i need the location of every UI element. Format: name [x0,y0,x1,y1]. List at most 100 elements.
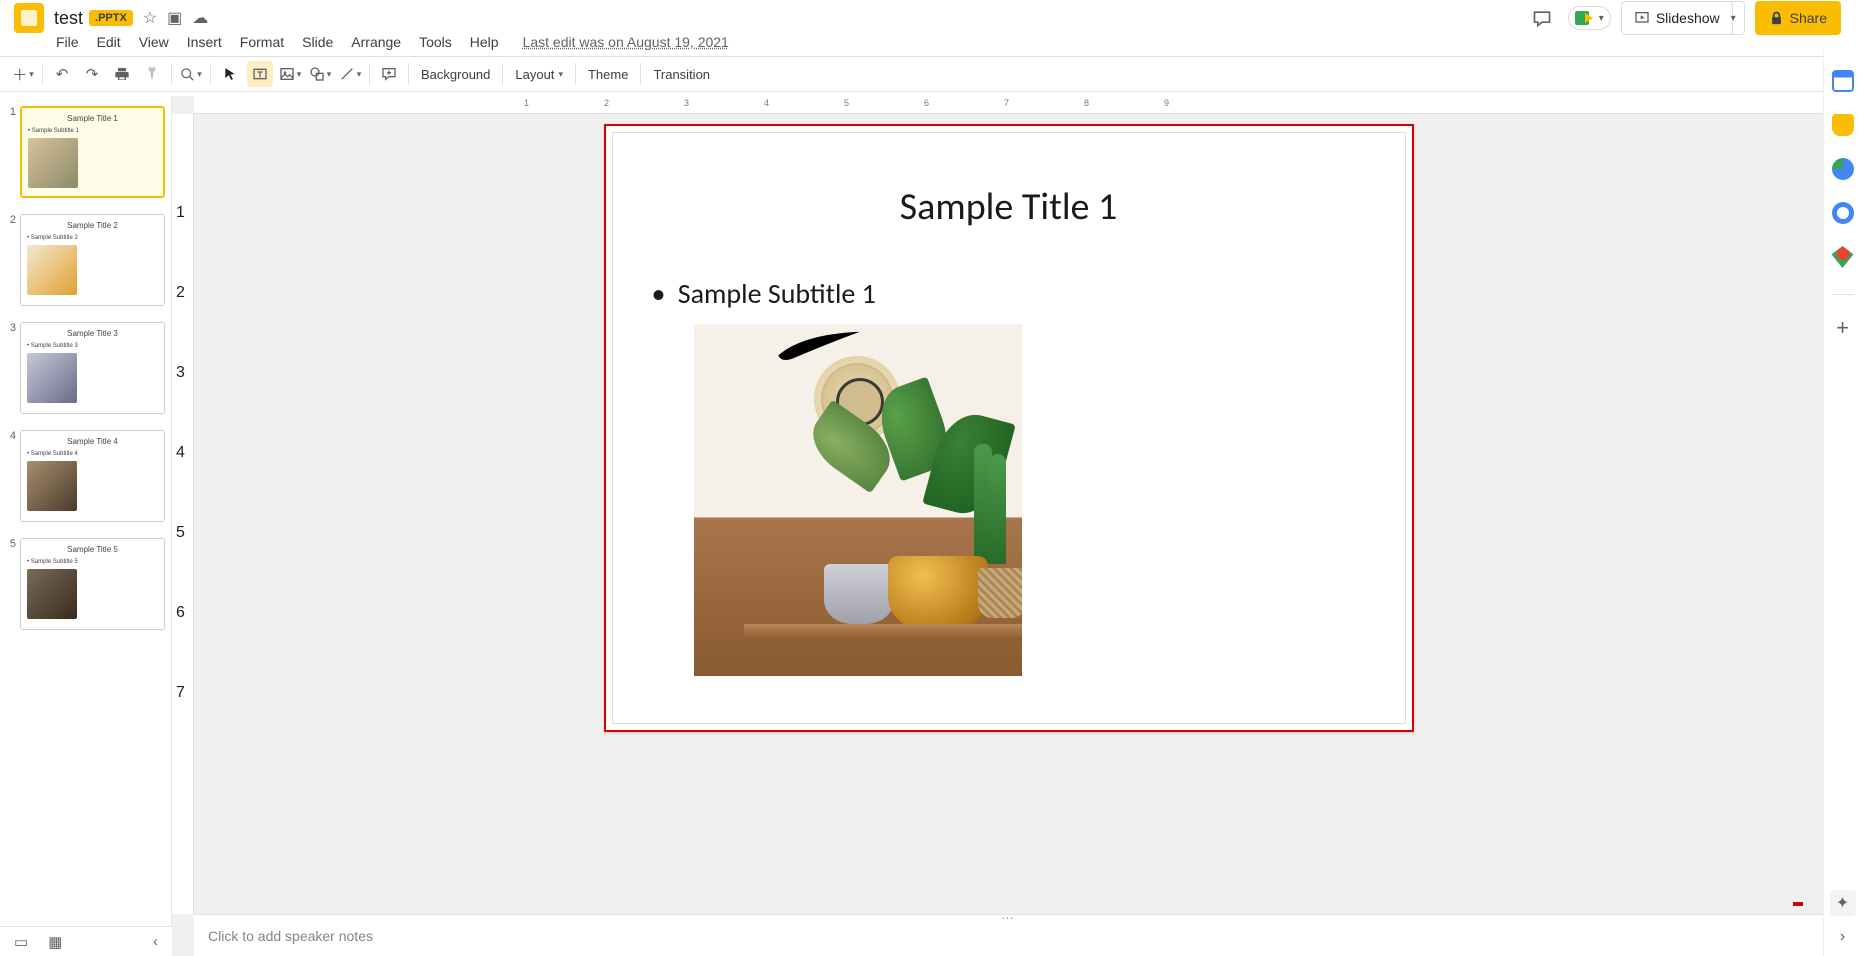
line-tool[interactable] [337,61,363,87]
maps-icon[interactable] [1832,246,1854,268]
redo-button[interactable]: ↷ [79,61,105,87]
document-title[interactable]: test [54,8,83,29]
hide-sidepanel-icon[interactable]: › [1840,928,1845,946]
ruler-mark: 1 [176,204,185,222]
vertical-ruler[interactable]: 1 2 3 4 5 6 7 [172,114,194,914]
canvas-title-text[interactable]: Sample Title 1 [606,184,1412,230]
menu-format[interactable]: Format [240,34,284,50]
ruler-mark: 3 [176,364,185,382]
titlebar: test .PPTX ☆ ▣ ☁ ▾ Slideshow ▾ Share [0,0,1861,32]
separator [171,63,172,85]
comment-icon [1532,8,1552,28]
slide-thumbnail-4[interactable]: 4 Sample Title 4 Sample Subtitle 4 [4,426,167,534]
comments-button[interactable] [1526,2,1558,34]
comment-tool[interactable] [376,61,402,87]
slide-number: 3 [6,322,20,414]
canvas-subtitle-text[interactable]: Sample Subtitle 1 [670,276,876,311]
thumb-subtitle: Sample Subtitle 5 [27,559,78,565]
cloud-status-icon[interactable]: ☁ [192,8,208,28]
share-label: Share [1790,10,1827,26]
theme-button[interactable]: Theme [580,61,636,87]
select-tool[interactable] [217,61,243,87]
menu-insert[interactable]: Insert [187,34,222,50]
canvas-area: 1 2 3 4 5 6 7 8 9 1 2 3 4 5 6 7 Sample T… [172,96,1823,956]
add-on-plus-icon[interactable]: + [1832,317,1854,339]
slide-canvas[interactable]: Sample Title 1 Sample Subtitle 1 [604,124,1414,732]
workspace: 1 Sample Title 1 Sample Subtitle 1 2 Sam… [0,96,1823,956]
thumb-image [27,245,77,295]
paint-format-button[interactable] [139,61,165,87]
slides-logo[interactable] [14,3,44,33]
layout-button[interactable]: Layout [507,61,571,87]
table-shape [744,624,1022,640]
zoom-button[interactable] [178,61,204,87]
thumb-image [28,138,78,188]
filmstrip-view-icon[interactable]: ▭ [14,933,28,951]
transition-button[interactable]: Transition [645,61,718,87]
separator [502,63,503,85]
image-icon [279,66,295,82]
thumb-subtitle: Sample Subtitle 2 [27,235,78,241]
canvas-viewport[interactable]: Sample Title 1 Sample Subtitle 1 [194,114,1823,914]
menu-slide[interactable]: Slide [302,34,333,50]
cursor-icon [223,67,237,81]
separator [575,63,576,85]
slide-number: 2 [6,214,20,306]
image-tool[interactable] [277,61,303,87]
slideshow-dropdown[interactable]: ▾ [1723,1,1745,35]
filmstrip[interactable]: 1 Sample Title 1 Sample Subtitle 1 2 Sam… [0,96,172,956]
share-button[interactable]: Share [1755,1,1841,35]
filmstrip-footer: ▭ ▦ ‹ [0,926,172,956]
explore-button[interactable]: ✦ [1830,890,1856,916]
grid-view-icon[interactable]: ▦ [48,933,62,951]
menubar: File Edit View Insert Format Slide Arran… [0,32,1861,56]
paint-icon [144,66,160,82]
play-icon [1634,10,1650,26]
meet-icon [1575,9,1597,27]
slideshow-label: Slideshow [1656,10,1720,26]
ruler-mark: 2 [176,284,185,302]
star-icon[interactable]: ☆ [143,8,157,28]
new-slide-button[interactable]: ＋ [10,61,36,87]
thumb-title: Sample Title 2 [21,221,164,230]
slide-thumbnail-1[interactable]: 1 Sample Title 1 Sample Subtitle 1 [4,102,167,210]
horizontal-ruler[interactable]: 1 2 3 4 5 6 7 8 9 [194,96,1823,114]
textbox-tool[interactable] [247,61,273,87]
pot-shape [824,564,894,624]
keep-icon[interactable] [1832,114,1854,136]
canvas-image[interactable] [694,324,1022,676]
slide-thumbnail-5[interactable]: 5 Sample Title 5 Sample Subtitle 5 [4,534,167,642]
menu-view[interactable]: View [139,34,169,50]
move-icon[interactable]: ▣ [167,8,182,28]
accent-marker [1793,902,1803,906]
contacts-icon[interactable] [1832,202,1854,224]
ruler-mark: 5 [844,98,849,108]
last-edit-link[interactable]: Last edit was on August 19, 2021 [523,34,729,50]
menu-edit[interactable]: Edit [97,34,121,50]
menu-tools[interactable]: Tools [419,34,452,50]
ruler-mark: 5 [176,524,185,542]
calendar-icon[interactable] [1832,70,1854,92]
shape-tool[interactable] [307,61,333,87]
lock-icon [1769,11,1784,26]
slide-thumbnail-2[interactable]: 2 Sample Title 2 Sample Subtitle 2 [4,210,167,318]
pot-shape [978,568,1022,618]
slide-thumbnail-3[interactable]: 3 Sample Title 3 Sample Subtitle 3 [4,318,167,426]
slide-number: 5 [6,538,20,630]
thumb-subtitle: Sample Subtitle 3 [27,343,78,349]
menu-file[interactable]: File [56,34,79,50]
slideshow-button[interactable]: Slideshow [1621,1,1733,35]
slide-number: 4 [6,430,20,522]
pptx-badge: .PPTX [89,10,133,26]
print-button[interactable] [109,61,135,87]
menu-arrange[interactable]: Arrange [351,34,401,50]
tasks-icon[interactable] [1832,158,1854,180]
menu-help[interactable]: Help [470,34,499,50]
speaker-notes[interactable]: Click to add speaker notes [194,920,1823,956]
textbox-icon [252,66,268,82]
collapse-filmstrip-icon[interactable]: ‹ [153,933,158,950]
undo-button[interactable]: ↶ [49,61,75,87]
meet-button[interactable]: ▾ [1568,6,1611,30]
ruler-mark: 7 [176,684,185,702]
background-button[interactable]: Background [413,61,498,87]
